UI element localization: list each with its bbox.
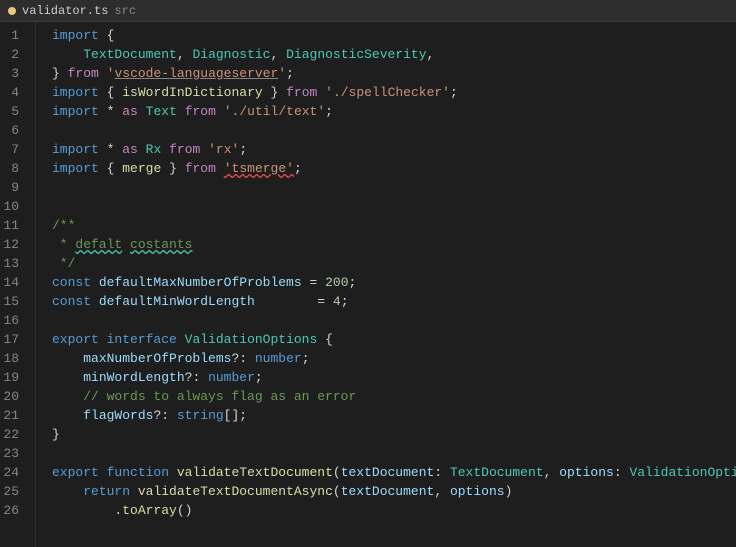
code-line-17: export interface ValidationOptions { — [52, 330, 736, 349]
ln-18: 18 — [0, 349, 27, 368]
code-line-25: return validateTextDocumentAsync(textDoc… — [52, 482, 736, 501]
code-editor[interactable]: import { TextDocument, Diagnostic, Diagn… — [36, 22, 736, 547]
ln-16: 16 — [0, 311, 27, 330]
ln-22: 22 — [0, 425, 27, 444]
ln-2: 2 — [0, 45, 27, 64]
ln-9: 9 — [0, 178, 27, 197]
code-line-11: /** — [52, 216, 736, 235]
ln-23: 23 — [0, 444, 27, 463]
section-label: src — [114, 4, 136, 18]
code-line-5: import * as Text from './util/text'; — [52, 102, 736, 121]
code-line-26: .toArray() — [52, 501, 736, 520]
code-line-12: * defalt costants — [52, 235, 736, 254]
code-line-2: TextDocument, Diagnostic, DiagnosticSeve… — [52, 45, 736, 64]
code-line-8: import { merge } from 'tsmerge'; — [52, 159, 736, 178]
title-bar: validator.ts src — [0, 0, 736, 22]
modified-dot — [8, 7, 16, 15]
filename: validator.ts — [22, 4, 108, 18]
ln-14: 14 — [0, 273, 27, 292]
code-line-19: minWordLength?: number; — [52, 368, 736, 387]
code-line-14: const defaultMaxNumberOfProblems = 200; — [52, 273, 736, 292]
ln-20: 20 — [0, 387, 27, 406]
code-line-21: flagWords?: string[]; — [52, 406, 736, 425]
ln-8: 8 — [0, 159, 27, 178]
code-line-9 — [52, 178, 736, 197]
code-line-23 — [52, 444, 736, 463]
ln-1: 1 — [0, 26, 27, 45]
code-line-10 — [52, 197, 736, 216]
ln-3: 3 — [0, 64, 27, 83]
ln-26: 26 — [0, 501, 27, 520]
ln-10: 10 — [0, 197, 27, 216]
ln-19: 19 — [0, 368, 27, 387]
ln-25: 25 — [0, 482, 27, 501]
code-line-7: import * as Rx from 'rx'; — [52, 140, 736, 159]
code-line-16 — [52, 311, 736, 330]
ln-7: 7 — [0, 140, 27, 159]
code-line-18: maxNumberOfProblems?: number; — [52, 349, 736, 368]
ln-17: 17 — [0, 330, 27, 349]
code-container: 1 2 3 4 5 6 7 8 9 10 11 12 13 14 15 16 1… — [0, 22, 736, 547]
line-numbers: 1 2 3 4 5 6 7 8 9 10 11 12 13 14 15 16 1… — [0, 22, 36, 547]
ln-6: 6 — [0, 121, 27, 140]
code-line-3: } from 'vscode-languageserver'; — [52, 64, 736, 83]
ln-5: 5 — [0, 102, 27, 121]
ln-24: 24 — [0, 463, 27, 482]
code-line-15: const defaultMinWordLength = 4; — [52, 292, 736, 311]
ln-13: 13 — [0, 254, 27, 273]
code-line-22: } — [52, 425, 736, 444]
ln-21: 21 — [0, 406, 27, 425]
code-line-13: */ — [52, 254, 736, 273]
code-line-6 — [52, 121, 736, 140]
code-line-24: export function validateTextDocument(tex… — [52, 463, 736, 482]
ln-12: 12 — [0, 235, 27, 254]
code-line-4: import { isWordInDictionary } from './sp… — [52, 83, 736, 102]
code-line-20: // words to always flag as an error — [52, 387, 736, 406]
code-line-1: import { — [52, 26, 736, 45]
ln-4: 4 — [0, 83, 27, 102]
ln-15: 15 — [0, 292, 27, 311]
ln-11: 11 — [0, 216, 27, 235]
